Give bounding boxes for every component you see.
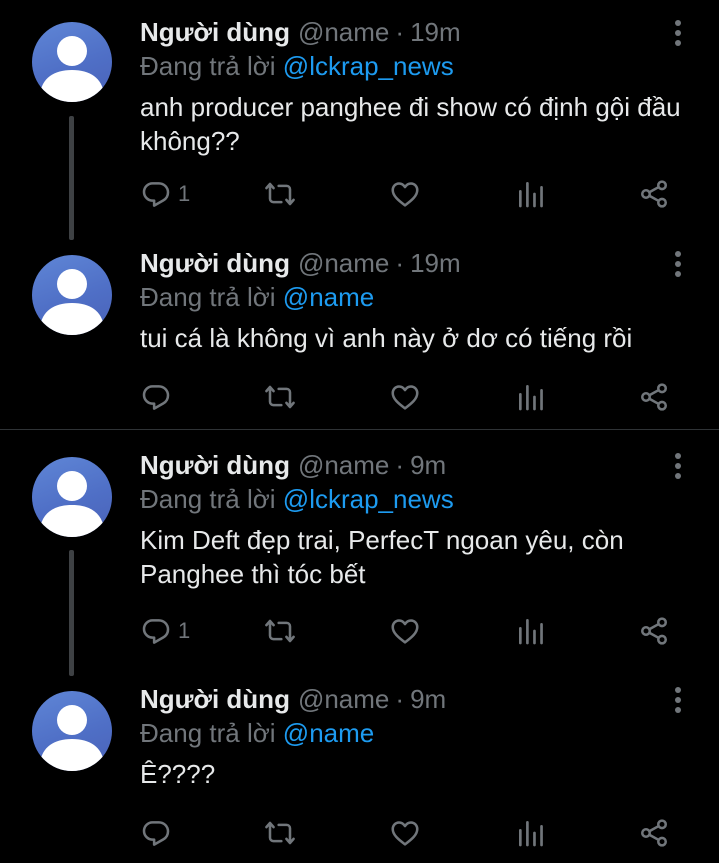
tweet-text: anh producer panghee đi show có định gội… — [140, 92, 681, 156]
reply-count: 1 — [178, 181, 191, 206]
display-name[interactable]: Người dùng — [140, 681, 290, 717]
like-icon — [389, 817, 421, 849]
retweet-icon — [264, 178, 296, 210]
action-bar: 1 — [140, 174, 680, 214]
display-name[interactable]: Người dùng — [140, 14, 290, 50]
share-button[interactable] — [638, 813, 670, 853]
reply-button[interactable]: 1 — [140, 174, 190, 214]
thread-connector — [69, 550, 74, 676]
tweet[interactable]: Người dùng @name · 19m Đang trả lời @nam… — [0, 245, 719, 425]
timestamp[interactable]: 9m — [410, 681, 446, 717]
handle[interactable]: @name — [298, 245, 389, 281]
reply-icon — [140, 615, 172, 647]
more-icon[interactable] — [668, 249, 688, 279]
views-icon — [515, 178, 547, 210]
like-icon — [389, 178, 421, 210]
replying-to-mention[interactable]: @name — [283, 718, 374, 748]
reply-icon — [140, 381, 172, 413]
reply-icon — [140, 178, 172, 210]
tweet-header: Người dùng @name · 19m — [140, 245, 461, 281]
reply-count: 1 — [178, 618, 191, 643]
replying-prefix: Đang trả lời — [140, 484, 276, 514]
more-icon[interactable] — [668, 685, 688, 715]
views-icon — [515, 817, 547, 849]
retweet-button[interactable] — [264, 611, 296, 651]
action-bar — [140, 813, 680, 853]
share-button[interactable] — [638, 377, 670, 417]
thread-divider — [0, 429, 719, 430]
reply-icon — [140, 817, 172, 849]
replying-to-mention[interactable]: @name — [283, 282, 374, 312]
thread-connector — [69, 116, 74, 240]
tweet[interactable]: Người dùng @name · 9m Đang trả lời @lckr… — [0, 447, 719, 657]
views-button[interactable] — [515, 174, 547, 214]
separator: · — [395, 17, 405, 47]
reply-button[interactable]: 1 — [140, 611, 190, 651]
replying-to-mention[interactable]: @lckrap_news — [283, 51, 454, 81]
share-icon — [638, 817, 670, 849]
separator: · — [395, 248, 405, 278]
retweet-button[interactable] — [264, 813, 296, 853]
share-icon — [638, 381, 670, 413]
retweet-icon — [264, 817, 296, 849]
retweet-button[interactable] — [264, 377, 296, 417]
replying-to-mention[interactable]: @lckrap_news — [283, 484, 454, 514]
replying-prefix: Đang trả lời — [140, 282, 276, 312]
retweet-button[interactable] — [264, 174, 296, 214]
action-bar — [140, 377, 680, 417]
replying-to: Đang trả lời @lckrap_news — [140, 48, 454, 84]
tweet-header: Người dùng @name · 19m — [140, 14, 461, 50]
like-button[interactable] — [389, 813, 421, 853]
views-button[interactable] — [515, 377, 547, 417]
display-name[interactable]: Người dùng — [140, 245, 290, 281]
replying-to: Đang trả lời @name — [140, 279, 374, 315]
tweet-header: Người dùng @name · 9m — [140, 681, 446, 717]
share-button[interactable] — [638, 174, 670, 214]
separator: · — [395, 450, 405, 480]
views-icon — [515, 381, 547, 413]
like-icon — [389, 615, 421, 647]
default-avatar-icon[interactable] — [32, 255, 112, 335]
replying-to: Đang trả lời @lckrap_news — [140, 481, 454, 517]
tweet-text: Ê???? — [140, 759, 216, 789]
separator: · — [395, 684, 405, 714]
share-icon — [638, 178, 670, 210]
replying-prefix: Đang trả lời — [140, 718, 276, 748]
tweet[interactable]: Người dùng @name · 9m Đang trả lời @name… — [0, 681, 719, 863]
reply-button[interactable] — [140, 813, 172, 853]
more-icon[interactable] — [668, 18, 688, 48]
like-button[interactable] — [389, 377, 421, 417]
like-icon — [389, 381, 421, 413]
timestamp[interactable]: 19m — [410, 245, 461, 281]
timestamp[interactable]: 19m — [410, 14, 461, 50]
views-button[interactable] — [515, 813, 547, 853]
default-avatar-icon[interactable] — [32, 691, 112, 771]
reply-button[interactable] — [140, 377, 172, 417]
views-button[interactable] — [515, 611, 547, 651]
tweet-text: Kim Deft đẹp trai, PerfecT ngoan yêu, cò… — [140, 525, 624, 589]
more-icon[interactable] — [668, 451, 688, 481]
share-icon — [638, 615, 670, 647]
replying-prefix: Đang trả lời — [140, 51, 276, 81]
handle[interactable]: @name — [298, 447, 389, 483]
action-bar: 1 — [140, 611, 680, 651]
like-button[interactable] — [389, 174, 421, 214]
like-button[interactable] — [389, 611, 421, 651]
handle[interactable]: @name — [298, 14, 389, 50]
replying-to: Đang trả lời @name — [140, 715, 374, 751]
handle[interactable]: @name — [298, 681, 389, 717]
default-avatar-icon[interactable] — [32, 22, 112, 102]
tweet-text: tui cá là không vì anh này ở dơ có tiếng… — [140, 323, 633, 353]
tweet[interactable]: Người dùng @name · 19m Đang trả lời @lck… — [0, 14, 719, 224]
default-avatar-icon[interactable] — [32, 457, 112, 537]
display-name[interactable]: Người dùng — [140, 447, 290, 483]
timestamp[interactable]: 9m — [410, 447, 446, 483]
retweet-icon — [264, 381, 296, 413]
share-button[interactable] — [638, 611, 670, 651]
retweet-icon — [264, 615, 296, 647]
tweet-header: Người dùng @name · 9m — [140, 447, 446, 483]
views-icon — [515, 615, 547, 647]
